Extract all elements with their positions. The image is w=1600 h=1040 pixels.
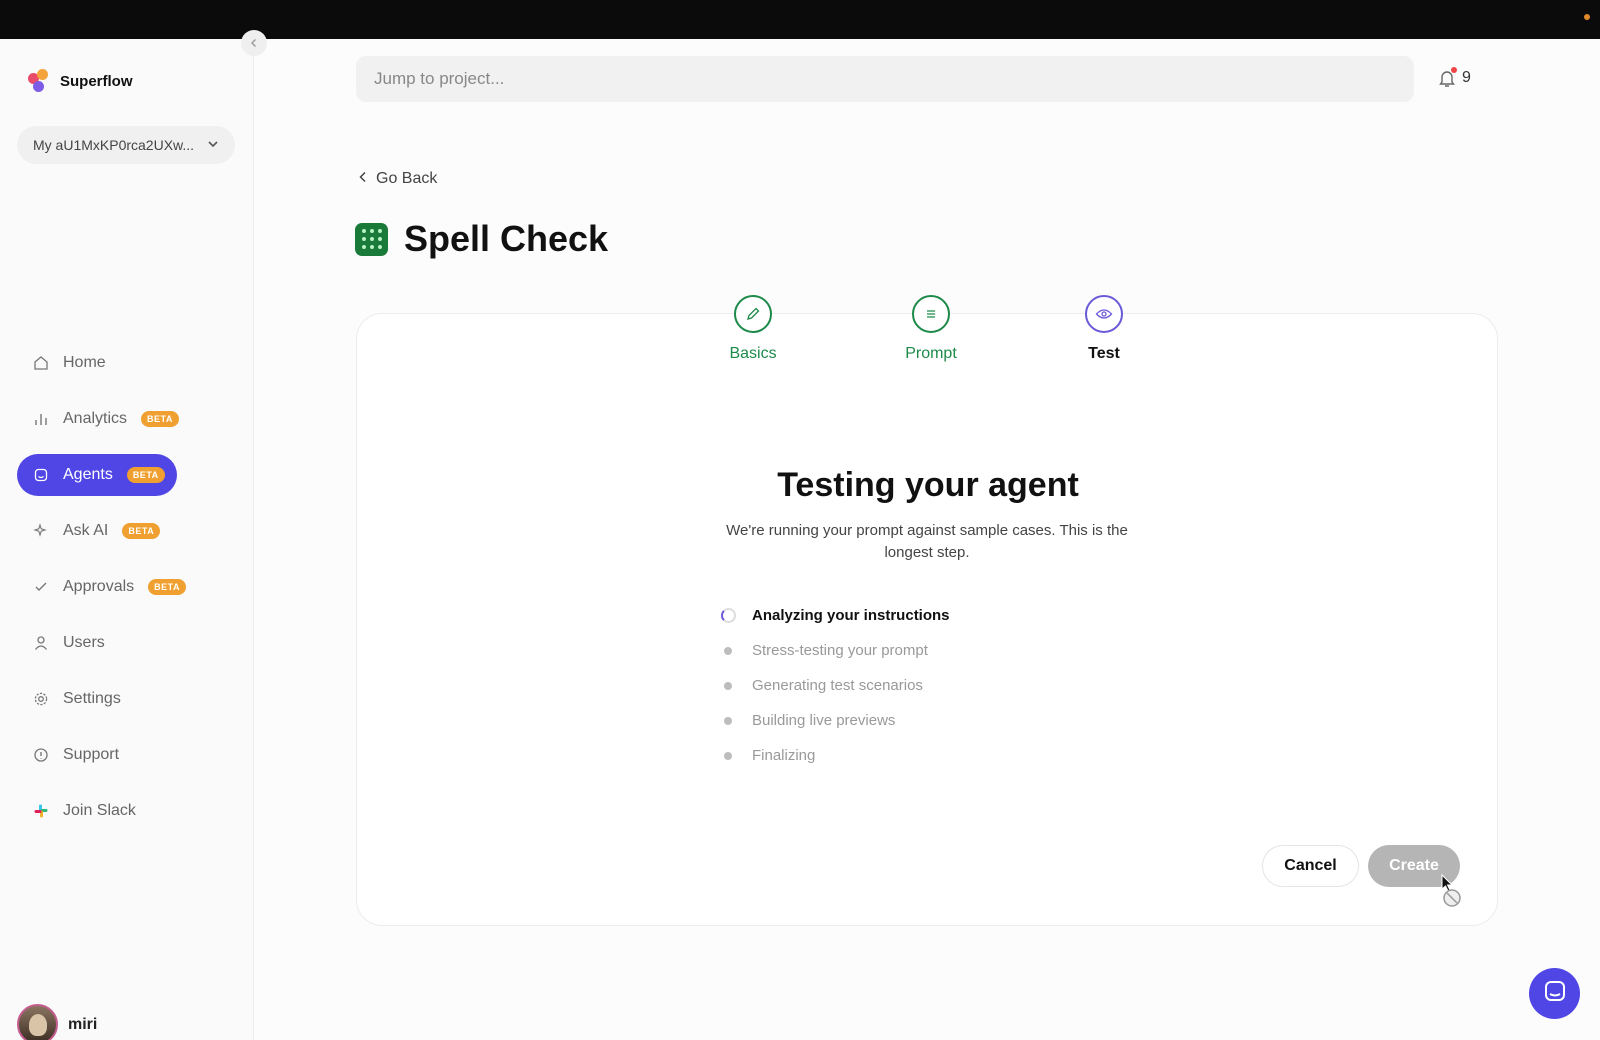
gear-icon — [33, 691, 49, 707]
step-label: Basics — [729, 345, 777, 362]
agent-grid-icon — [355, 222, 388, 256]
testing-title: Testing your agent — [777, 466, 1079, 504]
check-icon — [33, 579, 49, 595]
user-icon — [33, 635, 49, 651]
sidebar-item-approvals[interactable]: Approvals BETA — [17, 566, 237, 608]
list-item: Finalizing — [720, 738, 950, 773]
sidebar-item-users[interactable]: Users — [17, 622, 237, 664]
sidebar-item-settings[interactable]: Settings — [17, 678, 237, 720]
workspace-name: My aU1MxKP0rca2UXw... — [33, 137, 195, 153]
collapse-sidebar-button[interactable] — [241, 30, 267, 56]
list-item: Building live previews — [720, 703, 950, 738]
chat-icon — [1543, 979, 1567, 1008]
step-label: Test — [1088, 345, 1120, 362]
bullet-icon — [724, 716, 732, 725]
sidebar-item-home[interactable]: Home — [17, 342, 237, 384]
sidebar-item-label: Analytics — [63, 410, 128, 427]
chevron-down-icon — [207, 137, 219, 153]
bullet-icon — [724, 646, 732, 655]
eye-icon — [1085, 295, 1123, 333]
chevron-left-icon — [358, 170, 368, 188]
notification-count: 9 — [1462, 69, 1471, 86]
info-icon — [33, 747, 49, 763]
pencil-icon — [734, 295, 772, 333]
testing-subtitle: We're running your prompt against sample… — [726, 522, 1128, 561]
sidebar-item-label: Users — [63, 634, 105, 651]
list-item: Stress-testing your prompt — [720, 633, 950, 668]
cancel-button[interactable]: Cancel — [1262, 845, 1359, 887]
home-icon — [33, 355, 49, 371]
mouse-cursor-icon — [1440, 873, 1468, 914]
status-dot — [1584, 14, 1590, 20]
beta-badge: BETA — [141, 411, 179, 427]
user-name: miri — [68, 1015, 98, 1033]
beta-badge: BETA — [148, 579, 186, 595]
sidebar-item-label: Join Slack — [63, 802, 136, 819]
step-label: Prompt — [905, 345, 957, 362]
progress-checklist: Analyzing your instructions Stress-testi… — [720, 598, 950, 773]
brand[interactable]: Superflow — [28, 69, 133, 93]
sidebar-nav: Home Analytics BETA Agents BETA Ask AI B… — [17, 342, 237, 846]
spinner-icon — [720, 608, 736, 623]
superflow-logo-icon — [28, 69, 52, 93]
workspace-selector[interactable]: My aU1MxKP0rca2UXw... — [17, 126, 235, 164]
search-input[interactable]: Jump to project... — [356, 56, 1414, 102]
step-basics[interactable]: Basics — [693, 295, 813, 363]
avatar — [17, 1004, 58, 1040]
brand-name: Superflow — [60, 72, 133, 90]
sidebar-item-join-slack[interactable]: Join Slack — [17, 790, 237, 832]
go-back-label: Go Back — [376, 170, 438, 187]
step-test[interactable]: Test — [1044, 295, 1164, 363]
sidebar-item-label: Home — [63, 354, 106, 371]
page-title: Spell Check — [404, 218, 609, 259]
step-prompt[interactable]: Prompt — [871, 295, 991, 363]
notifications-button[interactable]: 9 — [1438, 67, 1471, 88]
chat-support-button[interactable] — [1529, 968, 1580, 1019]
beta-badge: BETA — [122, 523, 161, 539]
sidebar-item-label: Support — [63, 746, 120, 763]
user-profile[interactable]: miri — [17, 1004, 97, 1040]
page-header: Spell Check — [355, 218, 608, 260]
chevron-left-icon — [249, 36, 259, 51]
sidebar-item-support[interactable]: Support — [17, 734, 237, 776]
go-back-link[interactable]: Go Back — [358, 170, 437, 188]
sidebar: Superflow My aU1MxKP0rca2UXw... Home Ana… — [0, 39, 254, 1040]
list-item: Analyzing your instructions — [720, 598, 950, 633]
notification-dot — [1451, 67, 1457, 73]
search-placeholder: Jump to project... — [374, 69, 505, 88]
sidebar-item-label: Settings — [63, 690, 121, 707]
sidebar-item-ask-ai[interactable]: Ask AI BETA — [17, 510, 237, 552]
sidebar-item-label: Ask AI — [63, 522, 109, 539]
window-top-bar — [0, 0, 1600, 39]
slack-icon — [33, 803, 49, 819]
bullet-icon — [724, 751, 732, 760]
bar-chart-icon — [33, 411, 49, 427]
bell-icon — [1438, 67, 1457, 88]
list-item: Generating test scenarios — [720, 668, 950, 703]
lines-icon — [912, 295, 950, 333]
sparkle-icon — [33, 523, 49, 539]
sidebar-item-label: Approvals — [63, 578, 135, 595]
bullet-icon — [724, 681, 732, 690]
sidebar-item-analytics[interactable]: Analytics BETA — [17, 398, 237, 440]
